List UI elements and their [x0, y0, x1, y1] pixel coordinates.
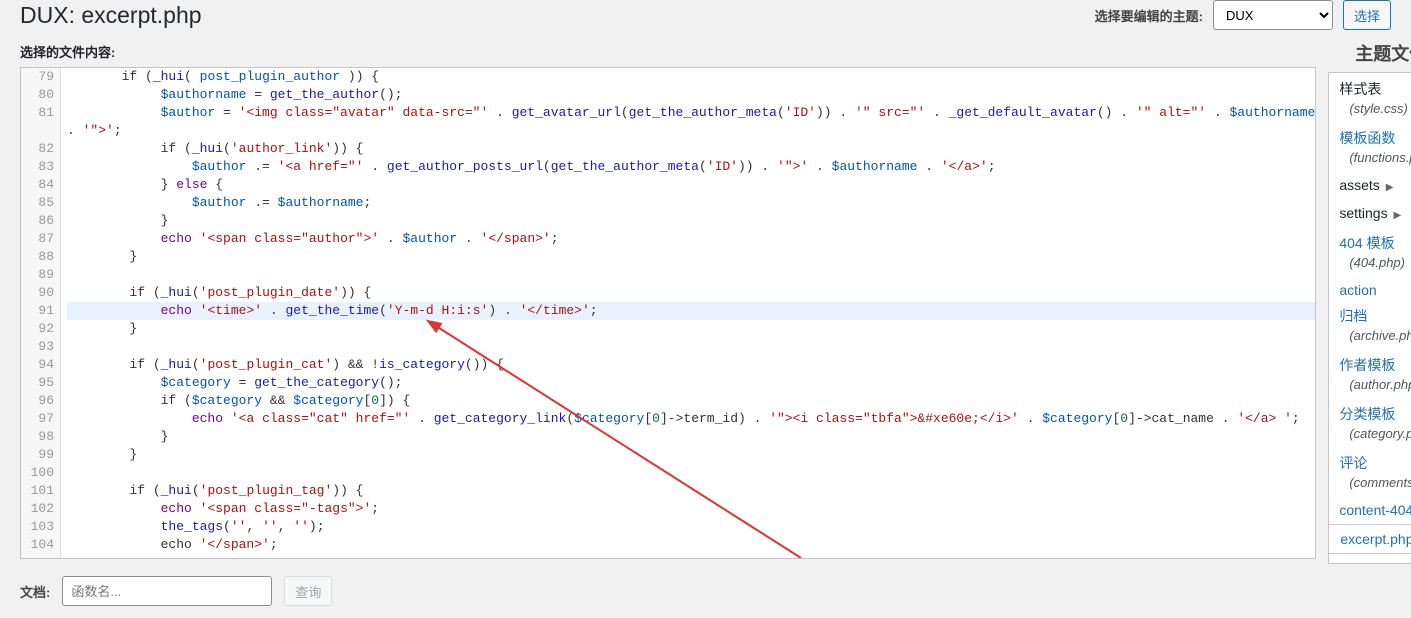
file-item[interactable]: 归档 — [1329, 300, 1411, 328]
code-line[interactable] — [67, 266, 1315, 284]
file-sub: (style.css) — [1329, 101, 1411, 122]
code-line[interactable]: echo '<time>' . get_the_time('Y-m-d H:i:… — [67, 302, 1315, 320]
chevron-right-icon: ▶ — [1393, 210, 1401, 221]
file-sub: (404.php) — [1329, 255, 1411, 276]
code-editor[interactable]: 7980818283848586878889909192939495969798… — [20, 67, 1316, 559]
code-line[interactable]: } — [67, 428, 1315, 446]
code-line[interactable]: echo '</span>'; — [67, 536, 1315, 554]
code-line[interactable] — [67, 464, 1315, 482]
code-line[interactable]: $author = '<img class="avatar" data-src=… — [67, 104, 1315, 122]
file-sub: (archive.php) — [1329, 328, 1411, 349]
page-title: DUX: excerpt.php — [20, 2, 202, 29]
select-theme-button[interactable]: 选择 — [1343, 0, 1391, 30]
code-line[interactable]: } — [67, 446, 1315, 464]
folder-item[interactable]: settings ▶ — [1329, 199, 1411, 227]
lookup-button[interactable]: 查询 — [284, 576, 332, 606]
theme-files-heading: 主题文件 — [1328, 38, 1411, 72]
chevron-right-icon: ▶ — [1386, 182, 1394, 193]
code-line[interactable]: $category = get_the_category(); — [67, 374, 1315, 392]
code-line[interactable]: $authorname = get_the_author(); — [67, 86, 1315, 104]
code-line[interactable]: if (_hui('post_plugin_date')) { — [67, 284, 1315, 302]
code-line[interactable]: echo '<a class="cat" href="' . get_categ… — [67, 410, 1315, 428]
code-line[interactable]: if (_hui( post_plugin_author )) { — [67, 68, 1315, 86]
file-item[interactable]: 模板函数 — [1329, 122, 1411, 150]
file-item[interactable]: 主题页脚 — [1329, 554, 1411, 564]
code-line[interactable]: if (_hui('post_plugin_cat') && !is_categ… — [67, 356, 1315, 374]
file-sub: (comments.php) — [1329, 475, 1411, 496]
theme-select-label: 选择要编辑的主题: — [1095, 6, 1203, 25]
code-line[interactable]: if (_hui('author_link')) { — [67, 140, 1315, 158]
code-line[interactable]: } — [67, 212, 1315, 230]
code-line[interactable]: } else { — [67, 176, 1315, 194]
file-item[interactable]: 作者模板 — [1329, 349, 1411, 377]
file-item[interactable]: 分类模板 — [1329, 398, 1411, 426]
editor-header: DUX: excerpt.php 选择要编辑的主题: DUX 选择 — [20, 0, 1391, 38]
code-line[interactable]: $author .= $authorname; — [67, 194, 1315, 212]
folder-item[interactable]: assets ▶ — [1329, 171, 1411, 199]
theme-select[interactable]: DUX — [1213, 0, 1333, 30]
file-item-active[interactable]: excerpt.php — [1328, 524, 1411, 554]
file-item[interactable]: 404 模板 — [1329, 227, 1411, 255]
code-line[interactable]: } — [67, 320, 1315, 338]
content-label: 选择的文件内容: — [20, 38, 1316, 67]
file-item[interactable]: content-404.php — [1329, 496, 1411, 524]
file-sub: (category.php) — [1329, 426, 1411, 447]
code-line[interactable] — [67, 338, 1315, 356]
code-line[interactable]: if (_hui('post_plugin_tag')) { — [67, 482, 1315, 500]
file-sub: (author.php) — [1329, 377, 1411, 398]
file-item[interactable]: action — [1329, 276, 1411, 300]
file-sub: (functions.php) — [1329, 150, 1411, 171]
code-line[interactable]: if ($category && $category[0]) { — [67, 392, 1315, 410]
file-item[interactable]: 评论 — [1329, 447, 1411, 475]
code-line[interactable]: . '">'; — [67, 122, 1315, 140]
code-line[interactable]: echo '<span class="-tags">'; — [67, 500, 1315, 518]
function-name-input[interactable] — [62, 576, 272, 606]
file-item[interactable]: 样式表 — [1329, 73, 1411, 101]
code-line[interactable]: $author .= '<a href="' . get_author_post… — [67, 158, 1315, 176]
code-line[interactable]: } — [67, 248, 1315, 266]
code-line[interactable]: echo '<span class="author">' . $author .… — [67, 230, 1315, 248]
theme-file-list: 样式表(style.css)模板函数(functions.php)assets … — [1328, 72, 1411, 564]
doc-label: 文档: — [20, 582, 50, 601]
code-line[interactable]: the_tags('', '', ''); — [67, 518, 1315, 536]
